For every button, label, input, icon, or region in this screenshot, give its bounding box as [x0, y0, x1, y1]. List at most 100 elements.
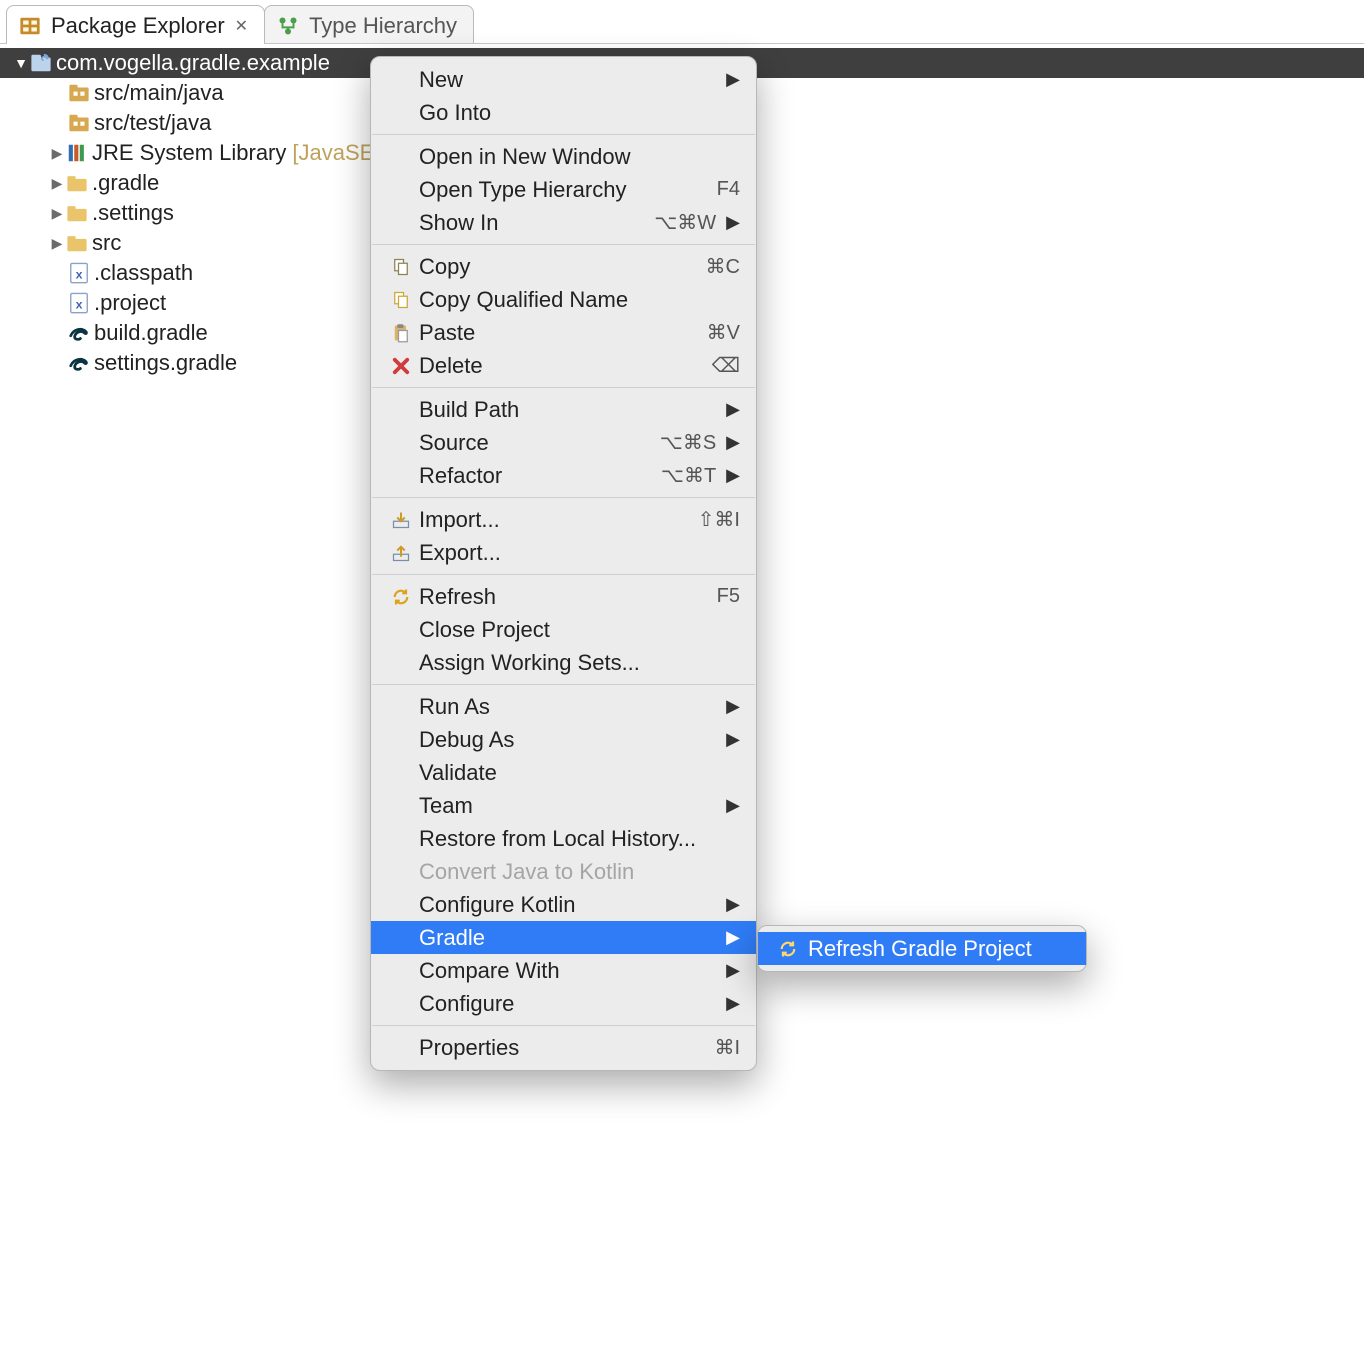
menu-item-paste[interactable]: Paste⌘V: [371, 316, 756, 349]
export-icon: [387, 543, 415, 563]
tree-item-label: src/main/java: [94, 80, 224, 106]
xml-file-icon: x: [68, 262, 90, 284]
import-icon: [387, 510, 415, 530]
menu-item-convert-kotlin: Convert Java to Kotlin: [371, 855, 756, 888]
menu-item-source[interactable]: Source⌥⌘S▶: [371, 426, 756, 459]
menu-item-copy[interactable]: Copy⌘C: [371, 250, 756, 283]
menu-item-configure[interactable]: Configure▶: [371, 987, 756, 1020]
expand-arrow-icon[interactable]: ▼: [12, 55, 30, 71]
submenu-arrow-icon: ▶: [726, 927, 740, 948]
tree-item-label: .settings: [92, 200, 174, 226]
folder-icon: [66, 232, 88, 254]
menu-item-refresh[interactable]: RefreshF5: [371, 580, 756, 613]
menu-shortcut: F5: [676, 585, 740, 608]
context-menu: New▶ Go Into Open in New Window Open Typ…: [370, 56, 757, 1071]
tree-item-label: src/test/java: [94, 110, 211, 136]
menu-item-show-in[interactable]: Show In⌥⌘W▶: [371, 206, 756, 239]
menu-shortcut: ⌥⌘S: [652, 430, 716, 455]
menu-shortcut: ⌘V: [676, 320, 740, 345]
menu-item-restore-history[interactable]: Restore from Local History...: [371, 822, 756, 855]
menu-item-go-into[interactable]: Go Into: [371, 96, 756, 129]
menu-item-refresh-gradle-project[interactable]: Refresh Gradle Project: [758, 932, 1086, 965]
menu-item-close-project[interactable]: Close Project: [371, 613, 756, 646]
gradle-project-icon: [30, 52, 52, 74]
gradle-file-icon: [68, 322, 90, 344]
copy-icon: [387, 257, 415, 277]
package-folder-icon: [68, 82, 90, 104]
menu-item-refactor[interactable]: Refactor⌥⌘T▶: [371, 459, 756, 492]
svg-text:x: x: [76, 298, 83, 312]
tree-item-label: com.vogella.gradle.example: [56, 50, 330, 76]
menu-item-copy-qualified[interactable]: Copy Qualified Name: [371, 283, 756, 316]
menu-item-properties[interactable]: Properties⌘I: [371, 1031, 756, 1064]
tab-label: Type Hierarchy: [309, 13, 457, 39]
menu-item-team[interactable]: Team▶: [371, 789, 756, 822]
menu-separator: [372, 497, 755, 498]
menu-shortcut: ⌫: [676, 353, 740, 378]
close-icon[interactable]: ✕: [235, 16, 248, 36]
submenu-arrow-icon: ▶: [726, 212, 740, 233]
menu-separator: [372, 684, 755, 685]
paste-icon: [387, 323, 415, 343]
tree-item-suffix: [JavaSE-: [292, 140, 381, 166]
submenu-arrow-icon: ▶: [726, 696, 740, 717]
menu-shortcut: ⌥⌘W: [652, 210, 716, 235]
menu-item-open-type-hierarchy[interactable]: Open Type HierarchyF4: [371, 173, 756, 206]
expand-arrow-icon[interactable]: ▶: [48, 175, 66, 192]
menu-shortcut: ⌘I: [676, 1035, 740, 1060]
tree-item-label: .project: [94, 290, 166, 316]
menu-item-build-path[interactable]: Build Path▶: [371, 393, 756, 426]
menu-shortcut: F4: [676, 178, 740, 201]
tab-type-hierarchy[interactable]: Type Hierarchy: [264, 5, 474, 43]
type-hierarchy-icon: [277, 15, 299, 37]
menu-item-run-as[interactable]: Run As▶: [371, 690, 756, 723]
library-icon: [66, 142, 88, 164]
gradle-file-icon: [68, 352, 90, 374]
menu-shortcut: ⇧⌘I: [676, 507, 740, 532]
menu-separator: [372, 244, 755, 245]
submenu-arrow-icon: ▶: [726, 69, 740, 90]
submenu-arrow-icon: ▶: [726, 795, 740, 816]
xml-file-icon: x: [68, 292, 90, 314]
menu-separator: [372, 134, 755, 135]
copy-qualified-icon: [387, 290, 415, 310]
submenu-arrow-icon: ▶: [726, 894, 740, 915]
menu-shortcut: ⌥⌘T: [652, 463, 716, 488]
refresh-icon: [387, 587, 415, 607]
package-folder-icon: [68, 112, 90, 134]
tree-item-label: .gradle: [92, 170, 159, 196]
menu-item-validate[interactable]: Validate: [371, 756, 756, 789]
menu-shortcut: ⌘C: [676, 254, 740, 279]
submenu-arrow-icon: ▶: [726, 465, 740, 486]
submenu-arrow-icon: ▶: [726, 432, 740, 453]
menu-item-export[interactable]: Export...: [371, 536, 756, 569]
tree-item-label: JRE System Library: [92, 140, 286, 166]
menu-separator: [372, 387, 755, 388]
view-tab-bar: Package Explorer ✕ Type Hierarchy: [0, 0, 1364, 44]
gradle-submenu: Refresh Gradle Project: [757, 925, 1087, 972]
tab-package-explorer[interactable]: Package Explorer ✕: [6, 5, 265, 43]
expand-arrow-icon[interactable]: ▶: [48, 145, 66, 162]
delete-icon: [387, 356, 415, 376]
submenu-arrow-icon: ▶: [726, 960, 740, 981]
expand-arrow-icon[interactable]: ▶: [48, 235, 66, 252]
folder-icon: [66, 202, 88, 224]
menu-item-debug-as[interactable]: Debug As▶: [371, 723, 756, 756]
menu-item-new[interactable]: New▶: [371, 63, 756, 96]
tree-item-label: build.gradle: [94, 320, 208, 346]
refresh-icon: [774, 939, 802, 959]
folder-icon: [66, 172, 88, 194]
menu-item-open-new-window[interactable]: Open in New Window: [371, 140, 756, 173]
menu-item-gradle[interactable]: Gradle▶: [371, 921, 756, 954]
menu-item-delete[interactable]: Delete⌫: [371, 349, 756, 382]
expand-arrow-icon[interactable]: ▶: [48, 205, 66, 222]
submenu-arrow-icon: ▶: [726, 993, 740, 1014]
menu-item-assign-working-sets[interactable]: Assign Working Sets...: [371, 646, 756, 679]
tree-item-label: .classpath: [94, 260, 193, 286]
submenu-arrow-icon: ▶: [726, 729, 740, 750]
submenu-arrow-icon: ▶: [726, 399, 740, 420]
menu-item-compare-with[interactable]: Compare With▶: [371, 954, 756, 987]
menu-item-configure-kotlin[interactable]: Configure Kotlin▶: [371, 888, 756, 921]
menu-item-import[interactable]: Import...⇧⌘I: [371, 503, 756, 536]
svg-text:x: x: [76, 268, 83, 282]
